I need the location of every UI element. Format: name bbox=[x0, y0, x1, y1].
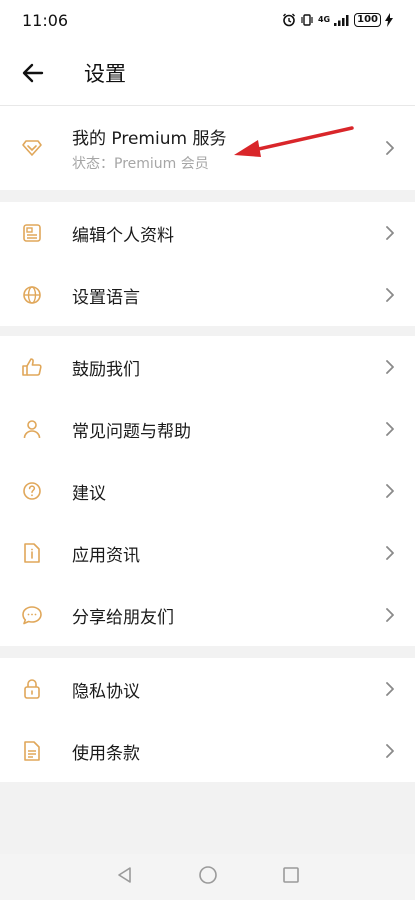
battery-indicator: 100 bbox=[354, 13, 381, 27]
app-info-item[interactable]: 应用资讯 bbox=[0, 522, 415, 584]
status-icons: 4G 100 bbox=[282, 13, 393, 27]
set-language-item[interactable]: 设置语言 bbox=[0, 264, 415, 326]
share-friends-label: 分享给朋友们 bbox=[72, 607, 174, 628]
app-info-label: 应用资讯 bbox=[72, 545, 140, 566]
chevron-right-icon bbox=[386, 744, 394, 758]
circle-home-icon bbox=[198, 866, 217, 884]
encourage-us-label: 鼓励我们 bbox=[72, 359, 140, 380]
profile-section: 编辑个人资料 设置语言 bbox=[0, 202, 415, 326]
edit-profile-item[interactable]: 编辑个人资料 bbox=[0, 202, 415, 264]
chevron-right-icon bbox=[386, 484, 394, 498]
set-language-label: 设置语言 bbox=[72, 287, 140, 308]
document-icon bbox=[20, 739, 44, 763]
terms-of-use-label: 使用条款 bbox=[72, 743, 140, 764]
chat-bubble-icon bbox=[20, 603, 44, 627]
triangle-back-icon bbox=[117, 867, 131, 883]
status-bar: 11:06 4G 100 bbox=[0, 0, 415, 40]
legal-section: 隐私协议 使用条款 bbox=[0, 658, 415, 782]
person-icon bbox=[20, 417, 44, 441]
system-nav-bar bbox=[0, 854, 415, 900]
chevron-right-icon bbox=[386, 682, 394, 696]
privacy-policy-item[interactable]: 隐私协议 bbox=[0, 658, 415, 720]
terms-of-use-item[interactable]: 使用条款 bbox=[0, 720, 415, 782]
question-circle-icon bbox=[20, 479, 44, 503]
signal-icon bbox=[334, 14, 350, 26]
section-divider bbox=[0, 646, 415, 658]
charging-icon bbox=[385, 13, 393, 27]
premium-text: 我的 Premium 服务 状态：Premium 会员 bbox=[72, 124, 383, 173]
nav-recents-button[interactable] bbox=[282, 866, 300, 888]
nav-home-button[interactable] bbox=[198, 865, 218, 889]
section-divider bbox=[0, 326, 415, 336]
premium-section: 我的 Premium 服务 状态：Premium 会员 bbox=[0, 106, 415, 190]
network-type: 4G bbox=[317, 15, 331, 24]
premium-title: 我的 Premium 服务 bbox=[72, 128, 227, 149]
support-section: 鼓励我们 常见问题与帮助 建议 应用资讯 分享给朋友们 bbox=[0, 336, 415, 646]
chevron-right-icon bbox=[386, 288, 394, 302]
privacy-policy-label: 隐私协议 bbox=[72, 681, 140, 702]
diamond-icon bbox=[20, 136, 44, 160]
status-time: 11:06 bbox=[22, 10, 69, 30]
edit-profile-label: 编辑个人资料 bbox=[72, 225, 174, 246]
profile-card-icon bbox=[20, 221, 44, 245]
chevron-right-icon bbox=[386, 360, 394, 374]
faq-help-item[interactable]: 常见问题与帮助 bbox=[0, 398, 415, 460]
lock-icon bbox=[20, 677, 44, 701]
square-recents-icon bbox=[282, 867, 299, 883]
chevron-right-icon bbox=[386, 546, 394, 560]
info-document-icon bbox=[20, 541, 44, 565]
page-title: 设置 bbox=[84, 61, 126, 86]
share-friends-item[interactable]: 分享给朋友们 bbox=[0, 584, 415, 646]
nav-back-button[interactable] bbox=[116, 866, 134, 888]
back-button[interactable] bbox=[0, 40, 64, 106]
alarm-icon bbox=[282, 13, 296, 27]
suggestion-item[interactable]: 建议 bbox=[0, 460, 415, 522]
globe-icon bbox=[20, 283, 44, 307]
chevron-right-icon bbox=[386, 608, 394, 622]
chevron-right-icon bbox=[386, 141, 394, 155]
chevron-right-icon bbox=[386, 422, 394, 436]
back-arrow-icon bbox=[22, 63, 44, 82]
section-divider bbox=[0, 190, 415, 202]
chevron-right-icon bbox=[386, 226, 394, 240]
thumbs-up-icon bbox=[20, 355, 44, 379]
encourage-us-item[interactable]: 鼓励我们 bbox=[0, 336, 415, 398]
premium-service-item[interactable]: 我的 Premium 服务 状态：Premium 会员 bbox=[0, 106, 415, 190]
premium-status: 状态：Premium 会员 bbox=[72, 155, 209, 172]
header: 设置 bbox=[0, 40, 415, 106]
vibrate-icon bbox=[300, 13, 314, 27]
suggestion-label: 建议 bbox=[72, 483, 106, 504]
faq-help-label: 常见问题与帮助 bbox=[72, 421, 191, 442]
